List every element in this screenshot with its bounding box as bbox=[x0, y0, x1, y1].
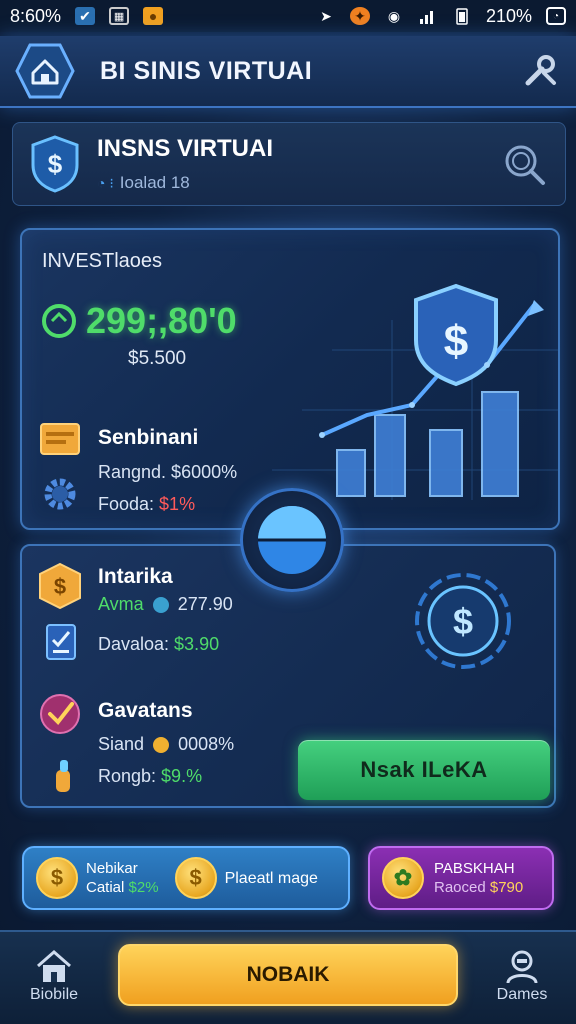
nav-home[interactable]: Biobile bbox=[14, 946, 94, 1004]
investment-panel: INVESTlaoes 299;,80'0 $5.500 $ Senbinani… bbox=[20, 228, 560, 530]
detail-title-2: Gavatans bbox=[98, 699, 193, 722]
check-badge-icon bbox=[40, 694, 80, 734]
dollar-coin-icon: $ bbox=[36, 857, 78, 899]
dollar-coin-icon-2: $ bbox=[174, 857, 217, 899]
battery-icon bbox=[452, 7, 472, 25]
home-icon bbox=[37, 950, 71, 982]
search-icon bbox=[505, 145, 545, 185]
tools-button[interactable] bbox=[518, 49, 562, 93]
svg-text:$: $ bbox=[54, 574, 66, 599]
nav-games-label: Dames bbox=[496, 986, 548, 1003]
user-headset-icon bbox=[506, 950, 538, 984]
info-icon: ◔ ⁝ bbox=[97, 174, 114, 191]
hand-coin-icon bbox=[56, 760, 70, 792]
detail-value-1: 277.90 bbox=[177, 594, 233, 614]
shop-notification-icon: ● bbox=[143, 7, 164, 25]
gallery-notification-icon: ▦ bbox=[109, 7, 130, 25]
coin-icon bbox=[153, 737, 170, 754]
nav-games[interactable]: Dames bbox=[482, 946, 562, 1004]
checklist-icon bbox=[46, 624, 76, 660]
detail-sub-value-2: $9.% bbox=[161, 766, 203, 786]
account-title: INSNS VIRTUAI bbox=[97, 135, 274, 162]
nav-main-button[interactable]: NOBAIK bbox=[118, 944, 458, 1006]
pie-progress-icon bbox=[258, 506, 326, 574]
purchase-card-value: $790 bbox=[489, 879, 524, 896]
home-icon bbox=[15, 43, 75, 99]
tools-icon bbox=[525, 55, 556, 86]
capital-card[interactable]: $ Nebikar Catial $2% $ Plaeatl mage bbox=[22, 846, 350, 910]
bottom-navigation: Biobile NOBAIK Dames bbox=[0, 930, 576, 1024]
page-title: BI SINIS VIRTUAI bbox=[100, 56, 313, 85]
purchase-card-title: PABSKHAH bbox=[434, 860, 515, 877]
status-bar: 8:60% ✔ ▦ ● ➤ ✦ ◉ 210% ◔ bbox=[0, 0, 576, 32]
search-button[interactable] bbox=[499, 139, 549, 189]
status-time: 8:60% bbox=[10, 5, 62, 26]
shield-dollar-icon: $ bbox=[31, 135, 79, 193]
capital-card-label: Catial bbox=[86, 879, 125, 896]
refresh-icon[interactable] bbox=[40, 302, 78, 340]
capital-card-value: $2% bbox=[128, 879, 159, 896]
svg-text:$: $ bbox=[453, 601, 473, 642]
purchase-card-label: Raoced bbox=[434, 879, 486, 896]
dollar-badge-icon: $ bbox=[39, 562, 81, 610]
account-card[interactable]: $ INSNS VIRTUAI ◔ ⁝ Ioalad 18 bbox=[12, 122, 566, 206]
investment-sub-amount: $5.500 bbox=[128, 348, 187, 369]
item-title: Senbinani bbox=[98, 426, 199, 449]
investment-label: INVESTlaoes bbox=[42, 250, 163, 272]
battery-percent: 210% bbox=[485, 5, 532, 26]
item-rate: Rangnd. $6000% bbox=[98, 462, 238, 482]
svg-text:$: $ bbox=[444, 317, 468, 366]
screen-icon: ◔ bbox=[546, 7, 566, 25]
signal-icon bbox=[418, 7, 438, 25]
app-notification-icon: ✔ bbox=[75, 7, 96, 25]
capital-card-title: Nebikar bbox=[86, 860, 138, 877]
center-hub-button[interactable] bbox=[240, 488, 344, 592]
detail-sub-label-2: Rongb: bbox=[98, 766, 162, 786]
detail-sub-value-1: $3.90 bbox=[174, 634, 220, 654]
folder-icon bbox=[40, 423, 80, 455]
detail-label-2: Siand bbox=[98, 734, 145, 754]
item-fee-value: $1% bbox=[159, 494, 196, 514]
home-button[interactable] bbox=[14, 43, 76, 99]
nav-home-label: Biobile bbox=[29, 986, 79, 1003]
svg-text:$: $ bbox=[48, 149, 63, 179]
app-header: BI SINIS VIRTUAI bbox=[0, 36, 576, 108]
dollar-emblem-icon: $ bbox=[415, 573, 511, 669]
location-icon: ➤ bbox=[320, 7, 332, 24]
gear-icon bbox=[44, 478, 76, 510]
growth-chart-illustration: $ bbox=[272, 283, 558, 500]
investment-amount: 299;,80'0 bbox=[86, 300, 237, 341]
capital-card-action: Plaeatl mage bbox=[224, 869, 318, 887]
info-coin-icon bbox=[152, 597, 169, 614]
purchase-card[interactable]: ✿ PABSKHAH Raoced $790 bbox=[368, 846, 554, 910]
detail-title-1: Intarika bbox=[98, 565, 173, 588]
primary-action-button[interactable]: Nsak ILeKA bbox=[298, 740, 550, 800]
detail-value-2: 0008% bbox=[178, 734, 235, 754]
account-subtitle: Ioalad 18 bbox=[119, 173, 190, 192]
detail-label-1: Avma bbox=[98, 594, 144, 614]
leaf-coin-icon: ✿ bbox=[382, 857, 424, 899]
detail-sub-label-1: Davaloa: bbox=[98, 634, 175, 654]
item-fee-label: Fooda: bbox=[98, 494, 160, 514]
wifi-icon: ◉ bbox=[387, 7, 401, 24]
settings-notification-icon: ✦ bbox=[349, 7, 370, 25]
